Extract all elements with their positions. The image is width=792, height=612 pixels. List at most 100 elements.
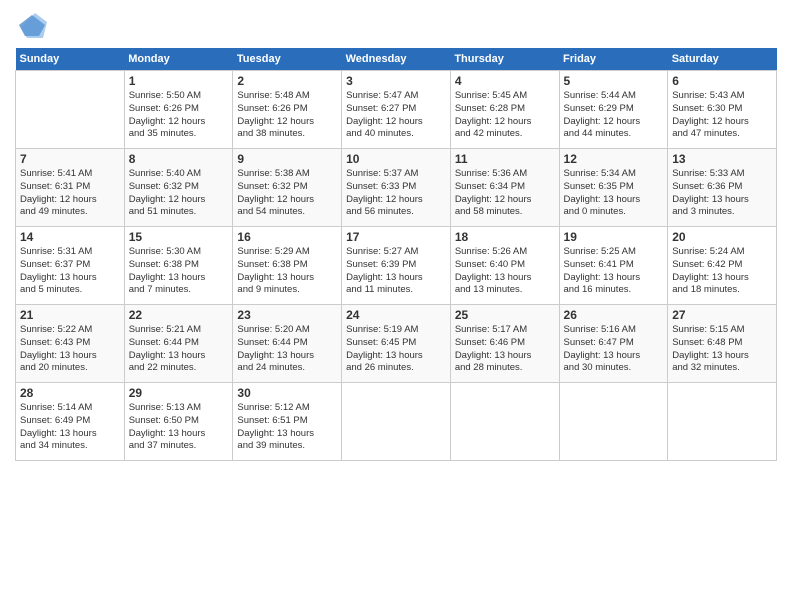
day-info: Sunrise: 5:26 AM Sunset: 6:40 PM Dayligh… bbox=[455, 246, 555, 297]
calendar-cell: 24Sunrise: 5:19 AM Sunset: 6:45 PM Dayli… bbox=[342, 305, 451, 383]
day-info: Sunrise: 5:31 AM Sunset: 6:37 PM Dayligh… bbox=[20, 246, 120, 297]
day-number: 30 bbox=[237, 386, 337, 400]
day-info: Sunrise: 5:13 AM Sunset: 6:50 PM Dayligh… bbox=[129, 402, 229, 453]
day-info: Sunrise: 5:44 AM Sunset: 6:29 PM Dayligh… bbox=[564, 90, 664, 141]
weekday-header: Thursday bbox=[450, 48, 559, 71]
calendar-cell: 19Sunrise: 5:25 AM Sunset: 6:41 PM Dayli… bbox=[559, 227, 668, 305]
calendar-cell: 26 Sunrise: 5:16 AM Sunset: 6:47 PM Dayli… bbox=[559, 305, 668, 383]
day-info: Sunrise: 5:33 AM Sunset: 6:36 PM Dayligh… bbox=[672, 168, 772, 219]
day-info: Sunrise: 5:14 AM Sunset: 6:49 PM Dayligh… bbox=[20, 402, 120, 453]
day-number: 7 bbox=[20, 152, 120, 166]
calendar-cell: 1 Sunrise: 5:50 AM Sunset: 6:26 PM Daylig… bbox=[124, 71, 233, 149]
day-number: 8 bbox=[129, 152, 229, 166]
header bbox=[15, 10, 777, 40]
day-number: 27 bbox=[672, 308, 772, 322]
day-info: Sunrise: 5:19 AM Sunset: 6:45 PM Dayligh… bbox=[346, 324, 446, 375]
day-info: Sunrise: 5:20 AM Sunset: 6:44 PM Dayligh… bbox=[237, 324, 337, 375]
day-info: Sunrise: 5:43 AM Sunset: 6:30 PM Dayligh… bbox=[672, 90, 772, 141]
calendar-cell: 18 Sunrise: 5:26 AM Sunset: 6:40 PM Dayli… bbox=[450, 227, 559, 305]
calendar-cell bbox=[16, 71, 125, 149]
weekday-header: Friday bbox=[559, 48, 668, 71]
day-info: Sunrise: 5:21 AM Sunset: 6:44 PM Dayligh… bbox=[129, 324, 229, 375]
day-number: 16 bbox=[237, 230, 337, 244]
day-info: Sunrise: 5:37 AM Sunset: 6:33 PM Dayligh… bbox=[346, 168, 446, 219]
day-info: Sunrise: 5:30 AM Sunset: 6:38 PM Dayligh… bbox=[129, 246, 229, 297]
calendar-cell: 30 Sunrise: 5:12 AM Sunset: 6:51 PM Dayli… bbox=[233, 383, 342, 461]
calendar-week-row: 21 Sunrise: 5:22 AM Sunset: 6:43 PM Dayli… bbox=[16, 305, 777, 383]
calendar-cell: 27 Sunrise: 5:15 AM Sunset: 6:48 PM Dayli… bbox=[668, 305, 777, 383]
day-number: 21 bbox=[20, 308, 120, 322]
calendar-cell: 10Sunrise: 5:37 AM Sunset: 6:33 PM Dayli… bbox=[342, 149, 451, 227]
day-info: Sunrise: 5:50 AM Sunset: 6:26 PM Dayligh… bbox=[129, 90, 229, 141]
day-info: Sunrise: 5:48 AM Sunset: 6:26 PM Dayligh… bbox=[237, 90, 337, 141]
day-info: Sunrise: 5:45 AM Sunset: 6:28 PM Dayligh… bbox=[455, 90, 555, 141]
day-info: Sunrise: 5:36 AM Sunset: 6:34 PM Dayligh… bbox=[455, 168, 555, 219]
page-container: SundayMondayTuesdayWednesdayThursdayFrid… bbox=[0, 0, 792, 471]
calendar-week-row: 14 Sunrise: 5:31 AM Sunset: 6:37 PM Dayli… bbox=[16, 227, 777, 305]
day-info: Sunrise: 5:29 AM Sunset: 6:38 PM Dayligh… bbox=[237, 246, 337, 297]
calendar-cell: 28 Sunrise: 5:14 AM Sunset: 6:49 PM Dayli… bbox=[16, 383, 125, 461]
weekday-header: Saturday bbox=[668, 48, 777, 71]
calendar-cell: 22 Sunrise: 5:21 AM Sunset: 6:44 PM Dayli… bbox=[124, 305, 233, 383]
calendar-cell: 15 Sunrise: 5:30 AM Sunset: 6:38 PM Dayli… bbox=[124, 227, 233, 305]
calendar-cell bbox=[450, 383, 559, 461]
day-number: 15 bbox=[129, 230, 229, 244]
weekday-header: Sunday bbox=[16, 48, 125, 71]
calendar-cell: 2Sunrise: 5:48 AM Sunset: 6:26 PM Daylig… bbox=[233, 71, 342, 149]
calendar-cell bbox=[559, 383, 668, 461]
calendar-cell: 8 Sunrise: 5:40 AM Sunset: 6:32 PM Daylig… bbox=[124, 149, 233, 227]
calendar-cell: 20 Sunrise: 5:24 AM Sunset: 6:42 PM Dayli… bbox=[668, 227, 777, 305]
day-number: 28 bbox=[20, 386, 120, 400]
day-info: Sunrise: 5:24 AM Sunset: 6:42 PM Dayligh… bbox=[672, 246, 772, 297]
calendar-cell: 9 Sunrise: 5:38 AM Sunset: 6:32 PM Daylig… bbox=[233, 149, 342, 227]
calendar-week-row: 1 Sunrise: 5:50 AM Sunset: 6:26 PM Daylig… bbox=[16, 71, 777, 149]
day-number: 26 bbox=[564, 308, 664, 322]
day-number: 20 bbox=[672, 230, 772, 244]
day-info: Sunrise: 5:22 AM Sunset: 6:43 PM Dayligh… bbox=[20, 324, 120, 375]
weekday-header-row: SundayMondayTuesdayWednesdayThursdayFrid… bbox=[16, 48, 777, 71]
day-number: 3 bbox=[346, 74, 446, 88]
day-number: 18 bbox=[455, 230, 555, 244]
day-number: 23 bbox=[237, 308, 337, 322]
logo bbox=[15, 10, 47, 40]
calendar-cell: 17 Sunrise: 5:27 AM Sunset: 6:39 PM Dayli… bbox=[342, 227, 451, 305]
calendar-week-row: 7Sunrise: 5:41 AM Sunset: 6:31 PM Daylig… bbox=[16, 149, 777, 227]
day-info: Sunrise: 5:15 AM Sunset: 6:48 PM Dayligh… bbox=[672, 324, 772, 375]
calendar-table: SundayMondayTuesdayWednesdayThursdayFrid… bbox=[15, 48, 777, 461]
day-number: 11 bbox=[455, 152, 555, 166]
day-number: 22 bbox=[129, 308, 229, 322]
day-number: 4 bbox=[455, 74, 555, 88]
calendar-cell: 7Sunrise: 5:41 AM Sunset: 6:31 PM Daylig… bbox=[16, 149, 125, 227]
day-number: 9 bbox=[237, 152, 337, 166]
calendar-cell: 21 Sunrise: 5:22 AM Sunset: 6:43 PM Dayli… bbox=[16, 305, 125, 383]
day-info: Sunrise: 5:27 AM Sunset: 6:39 PM Dayligh… bbox=[346, 246, 446, 297]
calendar-cell: 11 Sunrise: 5:36 AM Sunset: 6:34 PM Dayli… bbox=[450, 149, 559, 227]
day-number: 29 bbox=[129, 386, 229, 400]
day-info: Sunrise: 5:47 AM Sunset: 6:27 PM Dayligh… bbox=[346, 90, 446, 141]
weekday-header: Tuesday bbox=[233, 48, 342, 71]
day-number: 1 bbox=[129, 74, 229, 88]
day-info: Sunrise: 5:40 AM Sunset: 6:32 PM Dayligh… bbox=[129, 168, 229, 219]
day-number: 19 bbox=[564, 230, 664, 244]
calendar-cell: 13 Sunrise: 5:33 AM Sunset: 6:36 PM Dayli… bbox=[668, 149, 777, 227]
day-number: 17 bbox=[346, 230, 446, 244]
day-number: 5 bbox=[564, 74, 664, 88]
day-info: Sunrise: 5:16 AM Sunset: 6:47 PM Dayligh… bbox=[564, 324, 664, 375]
day-info: Sunrise: 5:34 AM Sunset: 6:35 PM Dayligh… bbox=[564, 168, 664, 219]
calendar-cell: 3 Sunrise: 5:47 AM Sunset: 6:27 PM Daylig… bbox=[342, 71, 451, 149]
day-number: 12 bbox=[564, 152, 664, 166]
day-info: Sunrise: 5:38 AM Sunset: 6:32 PM Dayligh… bbox=[237, 168, 337, 219]
day-number: 14 bbox=[20, 230, 120, 244]
calendar-cell bbox=[342, 383, 451, 461]
calendar-cell: 6Sunrise: 5:43 AM Sunset: 6:30 PM Daylig… bbox=[668, 71, 777, 149]
calendar-cell: 5 Sunrise: 5:44 AM Sunset: 6:29 PM Daylig… bbox=[559, 71, 668, 149]
day-number: 13 bbox=[672, 152, 772, 166]
day-number: 25 bbox=[455, 308, 555, 322]
calendar-cell: 29 Sunrise: 5:13 AM Sunset: 6:50 PM Dayli… bbox=[124, 383, 233, 461]
day-info: Sunrise: 5:12 AM Sunset: 6:51 PM Dayligh… bbox=[237, 402, 337, 453]
calendar-cell: 23 Sunrise: 5:20 AM Sunset: 6:44 PM Dayli… bbox=[233, 305, 342, 383]
calendar-cell: 25Sunrise: 5:17 AM Sunset: 6:46 PM Dayli… bbox=[450, 305, 559, 383]
weekday-header: Wednesday bbox=[342, 48, 451, 71]
logo-icon bbox=[17, 10, 47, 40]
calendar-cell: 12 Sunrise: 5:34 AM Sunset: 6:35 PM Dayli… bbox=[559, 149, 668, 227]
